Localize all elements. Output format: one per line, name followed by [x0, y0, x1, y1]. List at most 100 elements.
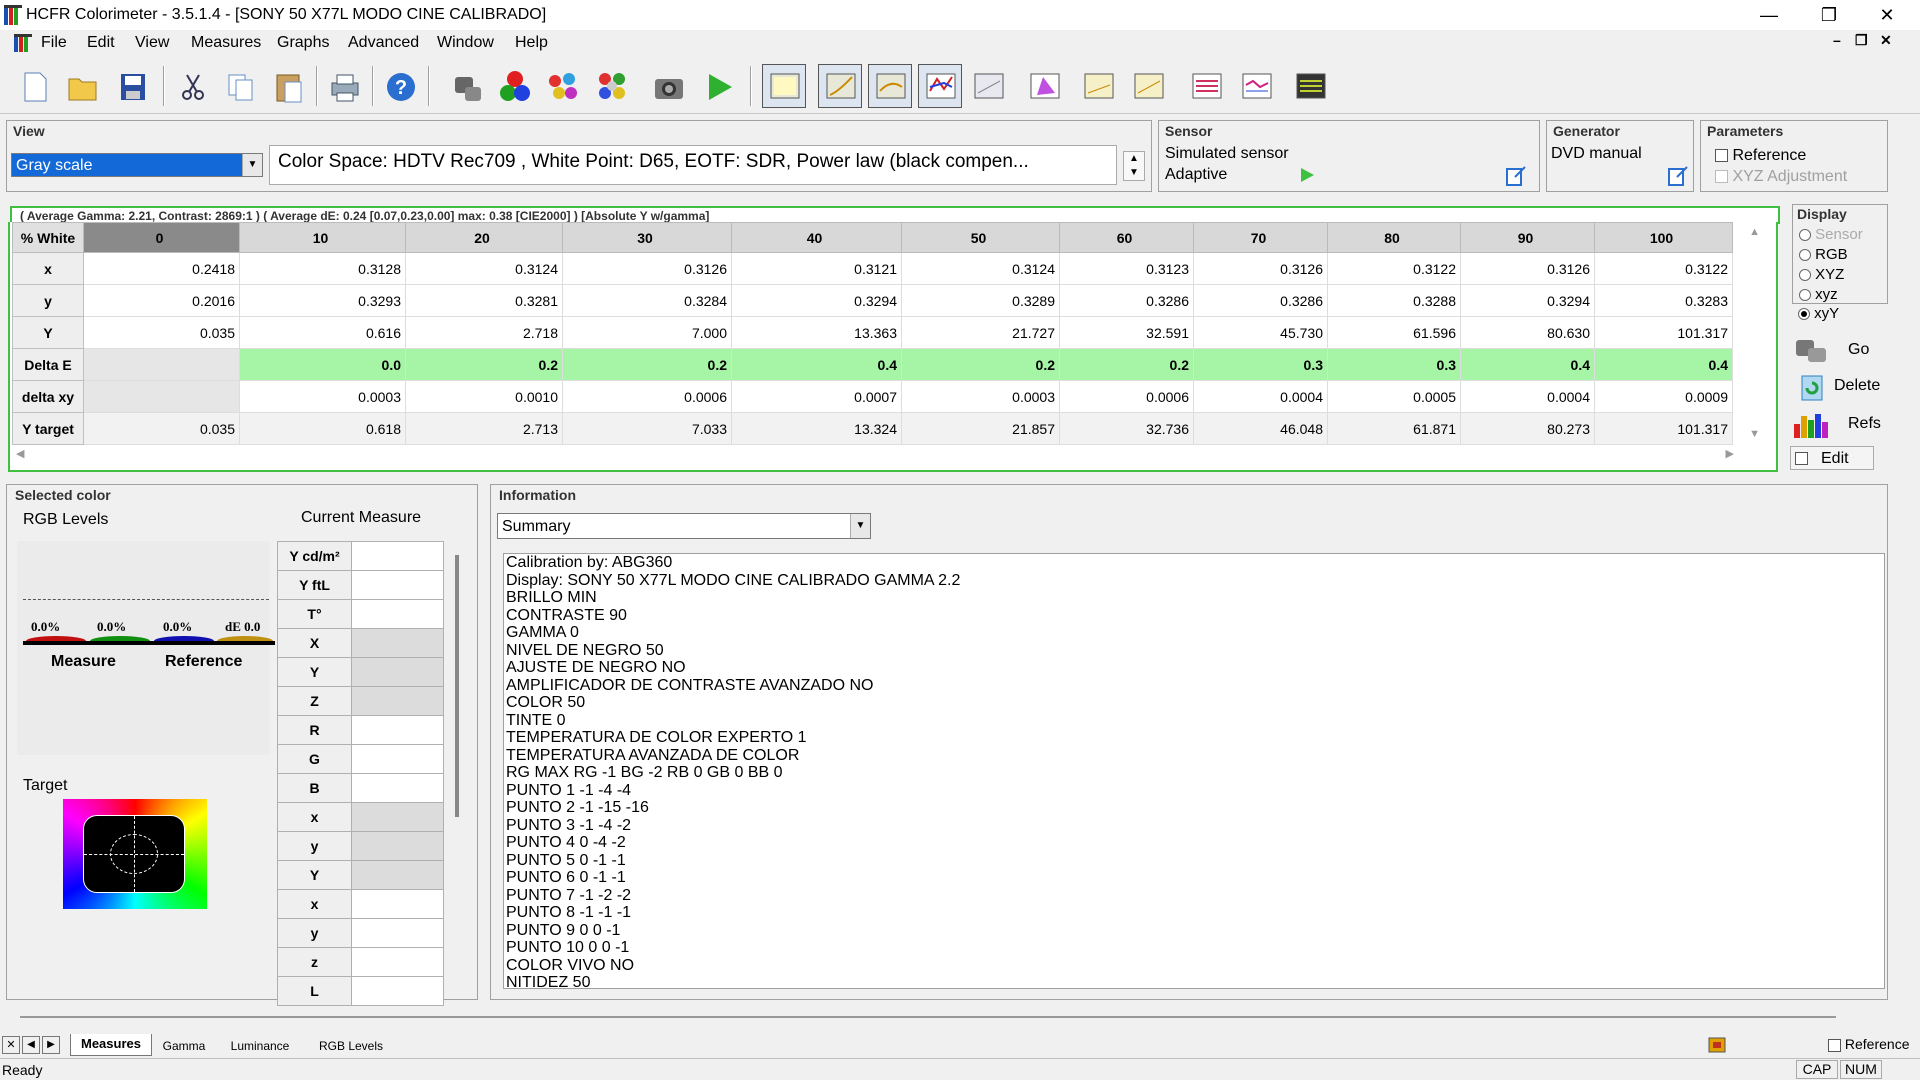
grid-cell[interactable]: 0.3293 — [239, 284, 406, 317]
radio-icon[interactable] — [1799, 269, 1811, 282]
view-select[interactable]: Gray scale ▼ — [11, 153, 263, 177]
grid-cell[interactable]: 61.871 — [1327, 412, 1461, 445]
grid-cell[interactable]: 0.4 — [1460, 348, 1595, 381]
grid-row-header[interactable]: Delta E — [12, 348, 84, 381]
restore-button[interactable]: ❐ — [1800, 0, 1858, 30]
grid-cell[interactable]: 32.736 — [1059, 412, 1194, 445]
grid-cell[interactable]: 21.727 — [901, 316, 1060, 349]
grid-cell[interactable]: 0.3 — [1327, 348, 1461, 381]
information-text[interactable]: Calibration by: ABG360 Display: SONY 50 X… — [503, 553, 1885, 989]
measures-view-button[interactable] — [762, 64, 806, 108]
grid-cell[interactable] — [83, 380, 240, 413]
grid-cell[interactable]: 0.3122 — [1594, 252, 1733, 285]
tab-next-button[interactable]: ▶ — [42, 1036, 60, 1054]
grid-cell[interactable]: 101.317 — [1594, 316, 1733, 349]
grid-cell[interactable]: 21.857 — [901, 412, 1060, 445]
sensor-config-icon[interactable] — [1505, 165, 1527, 187]
grid-cell[interactable]: 0.3128 — [239, 252, 406, 285]
grid-cell[interactable]: 32.591 — [1059, 316, 1194, 349]
menu-window[interactable]: Window — [437, 34, 494, 52]
grid-cell[interactable]: 0.0009 — [1594, 380, 1733, 413]
grid-cell[interactable]: 0.2 — [1059, 348, 1194, 381]
horizontal-scrollbar[interactable] — [20, 1016, 1836, 1018]
grid-column-header[interactable]: 100 — [1594, 222, 1733, 253]
grid-cell[interactable]: 0.3288 — [1327, 284, 1461, 317]
scroll-down-arrow[interactable]: ▼ — [1749, 428, 1760, 440]
grid-cell[interactable]: 0.2 — [901, 348, 1060, 381]
grid-cell[interactable]: 0.3124 — [405, 252, 563, 285]
grid-cell[interactable]: 0.0006 — [562, 380, 732, 413]
grid-cell[interactable]: 0.2418 — [83, 252, 240, 285]
go-button[interactable]: Go — [1790, 334, 1886, 366]
grid-row-header[interactable]: x — [12, 252, 84, 285]
grid-cell[interactable]: 7.033 — [562, 412, 732, 445]
delta-e-graph-button[interactable] — [966, 64, 1010, 108]
mdi-close-button[interactable]: ✕ — [1880, 32, 1892, 49]
grid-cell[interactable]: 0.0004 — [1193, 380, 1328, 413]
grid-cell[interactable]: 0.0006 — [1059, 380, 1194, 413]
rgb-histogram-button[interactable] — [1184, 64, 1228, 108]
refs-button[interactable]: Refs — [1790, 408, 1886, 440]
grid-cell[interactable]: 13.324 — [731, 412, 902, 445]
new-button[interactable] — [12, 64, 56, 108]
grid-row-header[interactable]: y — [12, 284, 84, 317]
help-button[interactable]: ? — [378, 64, 422, 108]
measure-secondaries-button[interactable] — [540, 64, 584, 108]
grid-cell[interactable]: 0.4 — [731, 348, 902, 381]
grid-cell[interactable]: 46.048 — [1193, 412, 1328, 445]
grid-cell[interactable]: 0.3283 — [1594, 284, 1733, 317]
reference-checkbox[interactable]: Reference — [1715, 147, 1806, 165]
grid-cell[interactable]: 0.3289 — [901, 284, 1060, 317]
cut-button[interactable] — [170, 64, 214, 108]
grid-column-header[interactable]: 30 — [562, 222, 732, 253]
grid-cell[interactable]: 0.618 — [239, 412, 406, 445]
open-button[interactable] — [60, 64, 104, 108]
grid-cell[interactable]: 0.3284 — [562, 284, 732, 317]
rgb-levels-graph-button[interactable] — [918, 64, 962, 108]
grid-cell[interactable]: 0.0003 — [239, 380, 406, 413]
display-option-rgb[interactable]: RGB — [1799, 246, 1848, 263]
grid-cell[interactable]: 80.630 — [1460, 316, 1595, 349]
checkbox-icon[interactable] — [1715, 149, 1728, 163]
view-spin-button[interactable]: ▲ ▼ — [1123, 151, 1145, 181]
play-icon[interactable] — [1299, 167, 1315, 183]
radio-icon[interactable] — [1799, 249, 1811, 262]
measure-primaries-button[interactable] — [492, 64, 536, 108]
grid-column-header[interactable]: 90 — [1460, 222, 1595, 253]
minimize-button[interactable]: — — [1740, 0, 1798, 30]
grid-cell[interactable]: 80.273 — [1460, 412, 1595, 445]
luminance-graph-button[interactable] — [868, 64, 912, 108]
display-option-xyz-upper[interactable]: XYZ — [1799, 266, 1844, 283]
chevron-down-icon[interactable]: ▼ — [242, 154, 262, 176]
print-button[interactable] — [322, 64, 366, 108]
menu-help[interactable]: Help — [515, 34, 548, 52]
checkbox-icon[interactable] — [1795, 452, 1808, 465]
grid-cell[interactable]: 0.3122 — [1327, 252, 1461, 285]
edit-toggle[interactable]: Edit — [1790, 446, 1874, 470]
camera-button[interactable] — [646, 64, 690, 108]
tab-gamma[interactable]: Gamma — [154, 1036, 214, 1056]
grid-cell[interactable]: 7.000 — [562, 316, 732, 349]
information-select[interactable]: Summary ▼ — [497, 513, 871, 539]
grid-column-header[interactable]: 80 — [1327, 222, 1461, 253]
grid-cell[interactable]: 0.3281 — [405, 284, 563, 317]
color-temp-graph-button[interactable] — [1126, 64, 1170, 108]
grid-cell[interactable]: 13.363 — [731, 316, 902, 349]
grid-column-header[interactable]: 20 — [405, 222, 563, 253]
mdi-restore-button[interactable]: ❐ — [1855, 32, 1868, 49]
display-option-xyz-lower[interactable]: xyz — [1799, 286, 1838, 303]
grid-cell[interactable]: 0.3286 — [1059, 284, 1194, 317]
grid-cell[interactable]: 2.718 — [405, 316, 563, 349]
grid-cell[interactable]: 0.3294 — [1460, 284, 1595, 317]
radio-icon[interactable] — [1798, 308, 1810, 321]
grid-cell[interactable]: 0.3126 — [1193, 252, 1328, 285]
menu-edit[interactable]: Edit — [87, 34, 115, 52]
sensor-button[interactable] — [444, 64, 488, 108]
measure-all-colors-button[interactable] — [590, 64, 634, 108]
grid-cell[interactable]: 0.0003 — [901, 380, 1060, 413]
rgb-graph-button[interactable] — [1234, 64, 1278, 108]
menu-graphs[interactable]: Graphs — [277, 34, 329, 52]
grid-cell[interactable]: 0.3126 — [1460, 252, 1595, 285]
grid-row-header[interactable]: delta xy — [12, 380, 84, 413]
grid-column-header[interactable]: 70 — [1193, 222, 1328, 253]
